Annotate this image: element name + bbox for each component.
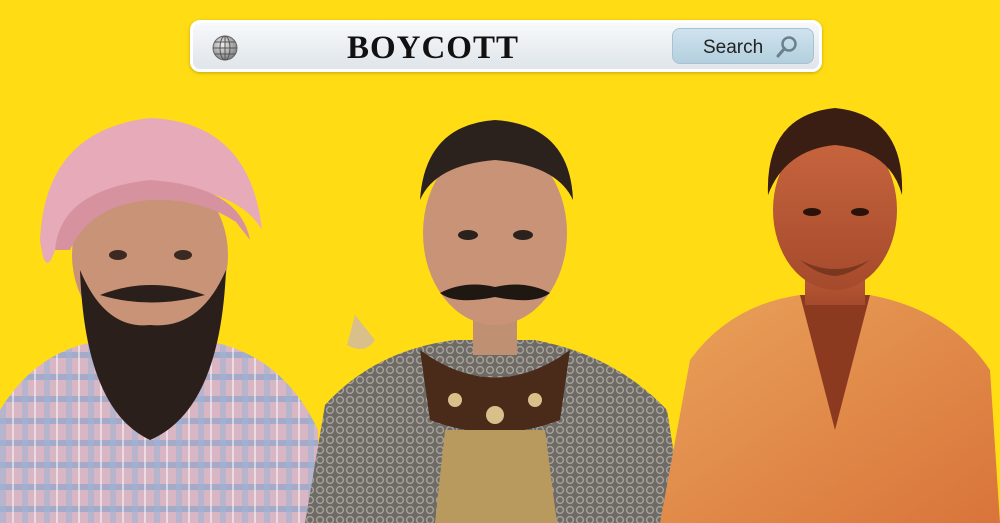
right-actor-image [660, 108, 1000, 523]
search-bar[interactable]: BOYCOTT Search [190, 20, 822, 72]
poster: BOYCOTT Search [0, 0, 1000, 523]
search-button[interactable]: Search [672, 28, 814, 64]
magnifier-icon [776, 36, 797, 58]
search-input[interactable]: BOYCOTT [253, 29, 613, 66]
search-button-label: Search [703, 37, 764, 58]
globe-icon [212, 35, 238, 61]
left-actor-image [0, 118, 320, 523]
center-actor-image [305, 120, 685, 523]
